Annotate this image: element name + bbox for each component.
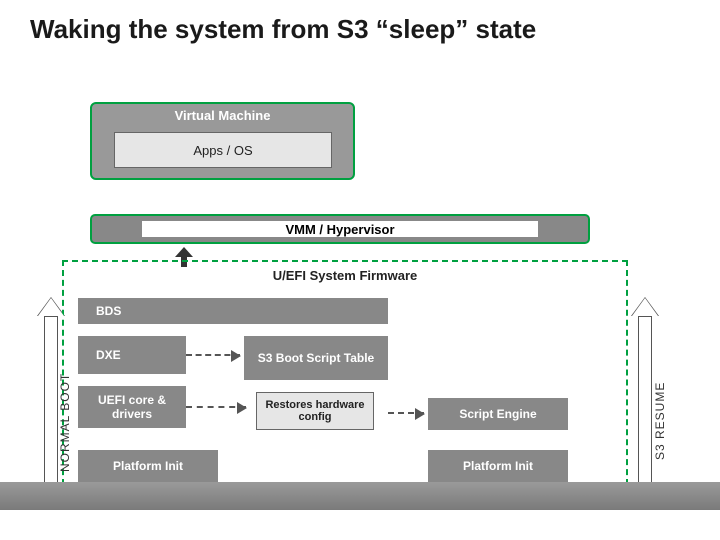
platform-init-right-label: Platform Init	[463, 459, 533, 473]
s3-table-label: S3 Boot Script Table	[258, 351, 374, 365]
s3-boot-script-table-box: S3 Boot Script Table	[244, 336, 388, 380]
bds-box: BDS	[78, 298, 388, 324]
script-engine-box: Script Engine	[428, 398, 568, 430]
uefi-core-box: UEFI core & drivers	[78, 386, 186, 428]
dashed-arrow-icon	[186, 354, 240, 356]
vmm-box: VMM / Hypervisor	[90, 214, 590, 244]
platform-init-right-box: Platform Init	[428, 450, 568, 482]
apps-os-box: Apps / OS	[114, 132, 332, 168]
dashed-arrow-icon	[388, 412, 424, 414]
bds-label: BDS	[96, 304, 121, 318]
vmm-label: VMM / Hypervisor	[142, 221, 538, 237]
dashed-arrow-icon	[186, 406, 246, 408]
s3-resume-label: S3 RESUME	[653, 382, 667, 460]
dxe-box: DXE	[78, 336, 186, 374]
footer-stripe	[0, 482, 720, 510]
restores-config-box: Restores hardware config	[256, 392, 374, 430]
platform-init-left-label: Platform Init	[113, 459, 183, 473]
normal-boot-label: NORMAL BOOT	[58, 373, 72, 472]
restores-label: Restores hardware config	[257, 399, 373, 423]
platform-init-left-box: Platform Init	[78, 450, 218, 482]
virtual-machine-box: Virtual Machine Apps / OS	[90, 102, 355, 180]
virtual-machine-label: Virtual Machine	[92, 108, 353, 123]
slide-title: Waking the system from S3 “sleep” state	[30, 14, 536, 45]
uefi-core-label: UEFI core & drivers	[78, 393, 186, 422]
uefi-firmware-title: U/EFI System Firmware	[64, 268, 626, 283]
dxe-label: DXE	[96, 348, 121, 362]
script-engine-label: Script Engine	[459, 407, 536, 421]
